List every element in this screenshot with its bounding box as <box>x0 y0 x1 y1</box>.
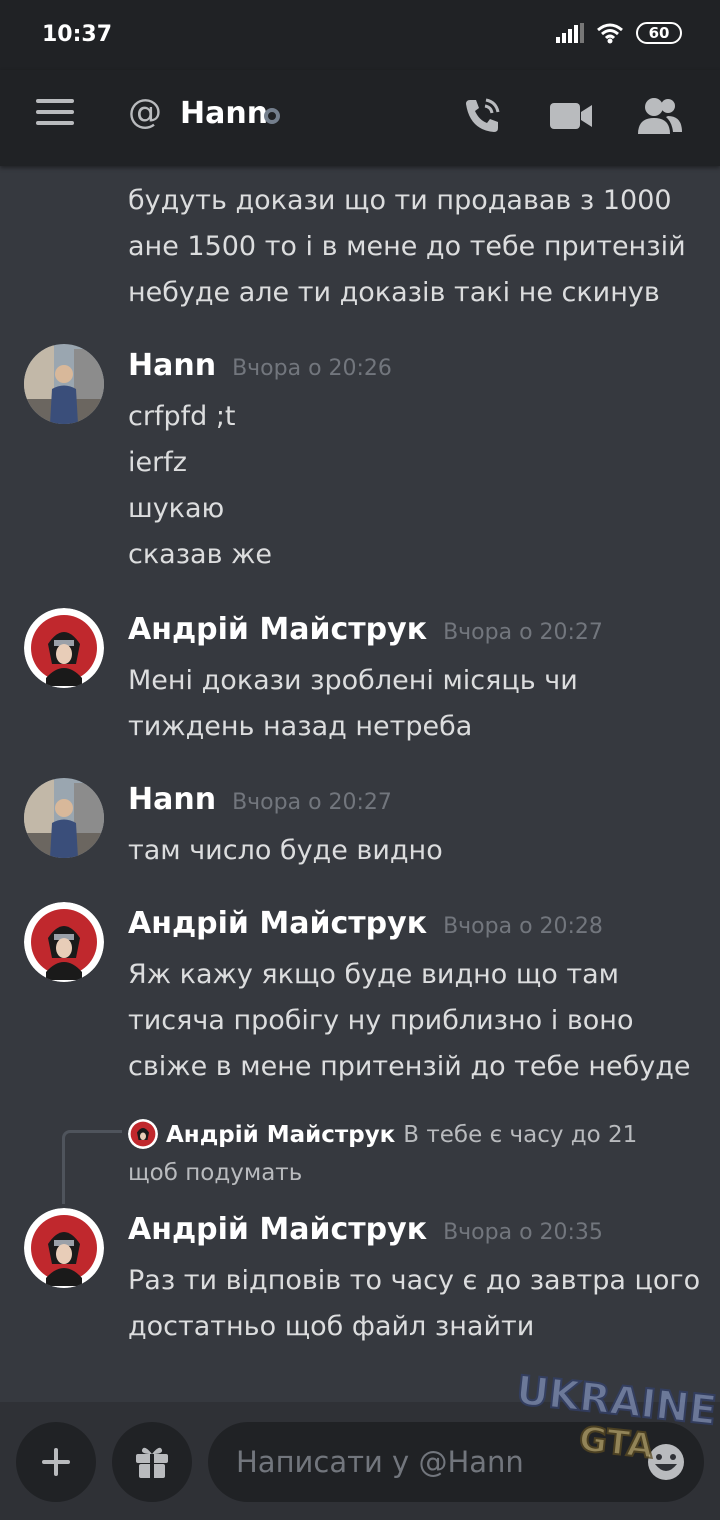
message-timestamp: Вчора о 20:28 <box>443 914 603 939</box>
avatar-hann[interactable] <box>24 344 104 424</box>
offline-status-icon <box>264 108 280 124</box>
signal-icon <box>556 23 584 43</box>
anime-avatar <box>24 608 104 688</box>
message-line: ierfz <box>128 447 187 478</box>
message-timestamp: Вчора о 20:27 <box>443 620 603 645</box>
user-photo-avatar <box>24 344 104 424</box>
message-timestamp: Вчора о 20:27 <box>232 790 392 815</box>
author-name[interactable]: Андрій Майструк <box>128 1212 427 1247</box>
author-name[interactable]: Hann <box>128 782 216 817</box>
message-line-cut: · · · <box>128 166 171 178</box>
battery-indicator: 60 <box>636 22 682 44</box>
message-continuation: · · · <box>128 166 171 178</box>
gift-icon <box>136 1447 168 1478</box>
message-body: Раз ти відповів то часу є до завтра цого… <box>128 1258 700 1350</box>
menu-icon <box>36 99 74 125</box>
message-line: crfpfd ;t <box>128 401 236 432</box>
message-line: сказав же <box>128 539 273 570</box>
message-timestamp: Вчора о 20:26 <box>232 356 392 381</box>
voice-call-button[interactable] <box>458 92 506 140</box>
reply-connector <box>62 1130 122 1204</box>
avatar-andrii[interactable] <box>24 1208 104 1288</box>
video-call-button[interactable] <box>548 92 596 140</box>
anime-avatar <box>24 902 104 982</box>
message-timestamp: Вчора о 20:35 <box>443 1220 603 1245</box>
battery-level: 60 <box>648 24 670 42</box>
channel-header: @ Hann <box>0 70 720 166</box>
message-header: Андрій Майструк Вчора о 20:28 <box>128 906 603 952</box>
gift-button[interactable] <box>112 1422 192 1502</box>
message-line: небуде але ти доказів такі не скинув <box>128 277 660 308</box>
message-body: Мені докази зроблені місяць чи тиждень н… <box>128 658 578 750</box>
reply-avatar <box>128 1119 158 1149</box>
message-line: ане 1500 то і в мене до тебе притензій <box>128 231 686 262</box>
user-photo-avatar <box>24 778 104 858</box>
video-icon <box>550 103 592 129</box>
message-line: достатньо щоб файл знайти <box>128 1311 535 1342</box>
author-name[interactable]: Андрій Майструк <box>128 612 427 647</box>
ukraine-gta-watermark: UKRAINE GTA <box>510 1367 720 1468</box>
message-line: там число буде видно <box>128 835 443 866</box>
message-header: Андрій Майструк Вчора о 20:27 <box>128 612 603 658</box>
message-line: Мені докази зроблені місяць чи <box>128 665 578 696</box>
message-line: Раз ти відповів то часу є до завтра цого <box>128 1265 701 1296</box>
avatar-andrii[interactable] <box>24 608 104 688</box>
members-button[interactable] <box>636 92 684 140</box>
anime-avatar <box>24 1208 104 1288</box>
anime-avatar-small <box>128 1119 158 1149</box>
message-body: crfpfd ;t ierfz шукаю сказав же <box>128 394 272 578</box>
plus-icon <box>42 1448 70 1476</box>
message-line: свіже в мене притензій до тебе небуде <box>128 1051 691 1082</box>
reply-reference[interactable]: Андрій Майструк В тебе є часу до 21 щоб п… <box>128 1116 688 1192</box>
watermark-line2: GTA <box>577 1419 656 1467</box>
call-icon <box>466 98 500 132</box>
message-continuation: будуть докази що ти продавав з 1000 ане … <box>128 178 686 316</box>
status-time: 10:37 <box>42 22 113 47</box>
author-name[interactable]: Андрій Майструк <box>128 906 427 941</box>
avatar-hann[interactable] <box>24 778 104 858</box>
members-icon <box>638 98 682 134</box>
message-line: тиждень назад нетреба <box>128 711 473 742</box>
message-body: Яж кажу якщо буде видно що там тисяча пр… <box>128 952 691 1090</box>
message-header: Hann Вчора о 20:26 <box>128 348 392 394</box>
message-line: шукаю <box>128 493 225 524</box>
status-bar: 10:37 60 <box>0 0 720 70</box>
message-list[interactable]: · · · будуть докази що ти продавав з 100… <box>0 166 720 1402</box>
message-body: там число буде видно <box>128 828 443 874</box>
screen: 10:37 60 @ Hann будуть докази що ти прод… <box>0 0 720 1520</box>
message-line: тисяча пробігу ну приблизно і воно <box>128 1005 634 1036</box>
message-header: Андрій Майструк Вчора о 20:35 <box>128 1212 603 1258</box>
message-input-placeholder: Написати у @Hann <box>236 1445 524 1479</box>
status-icons: 60 <box>556 22 682 44</box>
wifi-icon <box>597 23 623 44</box>
reply-author: Андрій Майструк <box>166 1122 396 1148</box>
message-line: будуть докази що ти продавав з 1000 <box>128 185 672 216</box>
menu-button[interactable] <box>36 98 76 138</box>
message-header: Hann Вчора о 20:27 <box>128 782 392 828</box>
message-line: Яж кажу якщо буде видно що там <box>128 959 620 990</box>
at-icon: @ <box>128 92 162 132</box>
avatar-andrii[interactable] <box>24 902 104 982</box>
author-name[interactable]: Hann <box>128 348 216 383</box>
add-attachment-button[interactable] <box>16 1422 96 1502</box>
recipient-name[interactable]: Hann <box>180 96 268 131</box>
